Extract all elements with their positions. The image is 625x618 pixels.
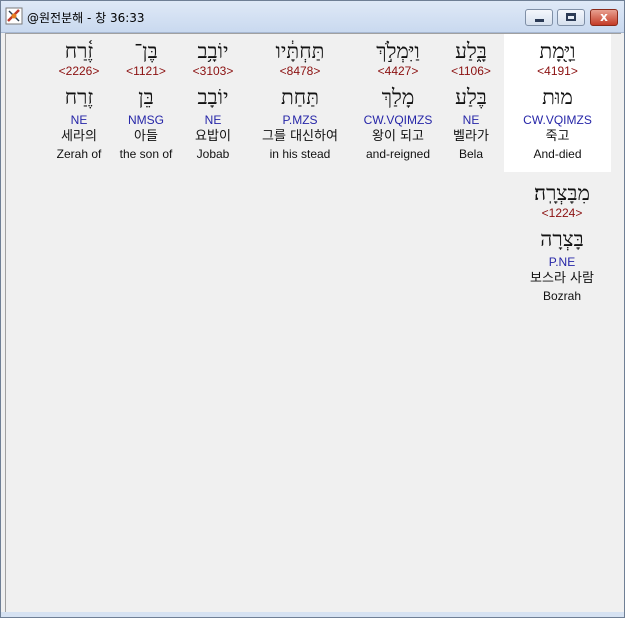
hebrew-root: בֵּן — [138, 85, 154, 109]
korean-gloss: 그를 대신하여 — [262, 129, 338, 144]
app-logo-icon — [5, 7, 23, 25]
hebrew-word: וַיִּמְלֹ֣ךְ — [376, 39, 420, 63]
strong-number: <3103> — [192, 64, 234, 78]
hebrew-word: תַּחְתָּ֔יו — [275, 39, 325, 63]
korean-gloss: 세라의 — [61, 129, 97, 144]
korean-gloss: 벨라가 — [453, 129, 489, 144]
korean-gloss: 보스라 사람 — [530, 271, 594, 286]
window-title: @원전분해 - 창 36:33 — [27, 11, 145, 25]
morphology-code: P.MZS — [282, 113, 318, 127]
morphology-code: NMSG — [128, 113, 164, 127]
hebrew-word: וַיָּ֖מָת — [539, 39, 576, 63]
word-tachtav[interactable]: תַּחְתָּ֔יו <8478> תַּחַת P.MZS 그를 대신하여 … — [248, 38, 352, 162]
word-mibotzrah[interactable]: מִבָּצְרָֽה׃ <1224> בָּצְרָה P.NE 보스라 사람… — [510, 180, 614, 304]
morphology-code: NE — [70, 113, 88, 127]
english-gloss: Zerah of — [56, 147, 102, 161]
morphology-code: NE — [204, 113, 222, 127]
morphology-code: NE — [462, 113, 480, 127]
hebrew-word: בָּ֑לַע — [455, 39, 487, 63]
korean-gloss: 요밥이 — [195, 129, 231, 144]
strong-number: <2226> — [58, 64, 100, 78]
morphology-code: P.NE — [548, 255, 576, 269]
close-button[interactable]: x — [590, 9, 618, 26]
maximize-button[interactable] — [557, 9, 585, 26]
word-vayamat[interactable]: וַיָּ֖מָת <4191> מוּת CW.VQIMZS 죽고 And-d… — [504, 34, 611, 172]
hebrew-root: תַּחַת — [280, 85, 320, 109]
hebrew-root: זֶרַח — [64, 85, 94, 109]
maximize-icon — [566, 13, 576, 21]
hebrew-root: בֶּלַע — [455, 85, 487, 109]
english-gloss: Bozrah — [542, 289, 582, 303]
english-gloss: the son of — [119, 147, 173, 161]
word-ben[interactable]: בֶּן־ <1121> בֵּן NMSG 아들 the son of — [114, 38, 178, 162]
hebrew-word: זֶ֫רַח — [64, 39, 94, 63]
english-gloss: And-died — [533, 147, 582, 161]
morphology-code: CW.VQIMZS — [363, 113, 433, 127]
window-bottom-border — [1, 612, 624, 617]
word-vayimloch[interactable]: וַיִּמְלֹ֣ךְ <4427> מָלַךְ CW.VQIMZS 왕이 … — [356, 38, 440, 162]
word-zerah[interactable]: זֶ֫רַח <2226> זֶרַח NE 세라의 Zerah of — [44, 38, 114, 162]
english-gloss: Bela — [458, 147, 484, 161]
korean-gloss: 아들 — [134, 129, 158, 144]
hebrew-word: מִבָּצְרָֽה׃ — [534, 181, 590, 205]
minimize-icon — [535, 19, 544, 22]
english-gloss: in his stead — [269, 147, 331, 161]
morphology-code: CW.VQIMZS — [523, 113, 592, 127]
strong-number: <4427> — [377, 64, 419, 78]
hebrew-root: מוּת — [542, 85, 573, 109]
minimize-button[interactable] — [525, 9, 553, 26]
strong-number: <1121> — [126, 64, 166, 78]
analysis-pane: זֶ֫רַח <2226> זֶרַח NE 세라의 Zerah of בֶּן… — [5, 33, 621, 612]
hebrew-root: יוֹבָב — [197, 85, 229, 109]
hebrew-word: יוֹבָ֥ב — [197, 39, 229, 63]
hebrew-word: בֶּן־ — [134, 39, 158, 63]
strong-number: <4191> — [537, 64, 578, 78]
hebrew-root: בָּצְרָה — [540, 227, 584, 251]
korean-gloss: 죽고 — [545, 129, 570, 144]
korean-gloss: 왕이 되고 — [372, 129, 424, 144]
word-jobab[interactable]: יוֹבָ֥ב <3103> יוֹבָב NE 요밥이 Jobab — [182, 38, 244, 162]
word-bela[interactable]: בָּ֑לַע <1106> בֶּלַע NE 벨라가 Bela — [442, 38, 500, 162]
strong-number: <1106> — [451, 64, 491, 78]
english-gloss: and-reigned — [365, 147, 431, 161]
app-window: @원전분해 - 창 36:33 x זֶ֫רַח <2226> זֶרַח NE… — [0, 0, 625, 618]
strong-number: <8478> — [279, 64, 321, 78]
english-gloss: Jobab — [196, 147, 230, 161]
hebrew-root: מָלַךְ — [381, 85, 415, 109]
close-icon: x — [600, 10, 608, 24]
strong-number: <1224> — [541, 206, 583, 220]
title-bar[interactable]: @원전분해 - 창 36:33 x — [1, 1, 624, 33]
